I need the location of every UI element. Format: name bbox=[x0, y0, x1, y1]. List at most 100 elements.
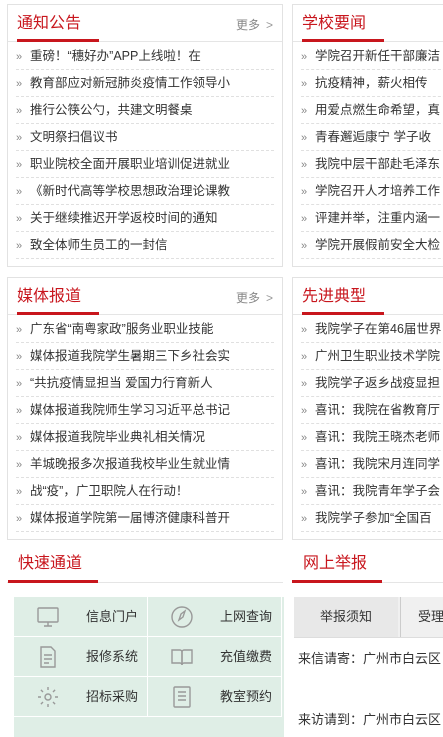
quick-item-classroom[interactable]: 教室预约 bbox=[148, 677, 282, 717]
list-item[interactable]: » 评建并举，注重内涵一 bbox=[301, 205, 443, 232]
quick-label: 报修系统 bbox=[86, 649, 139, 664]
quick-item-online-query[interactable]: 上网查询 bbox=[148, 597, 282, 637]
news-link[interactable]: 喜讯：我院宋月连同学 bbox=[315, 457, 440, 471]
list-item[interactable]: » 文明祭扫倡议书 bbox=[16, 124, 274, 151]
double-chevron-icon: » bbox=[301, 351, 308, 363]
list-item[interactable]: » 教育部应对新冠肺炎疫情工作领导小 bbox=[16, 70, 274, 97]
news-link[interactable]: 我院中层干部赴毛泽东 bbox=[315, 157, 440, 171]
list-item[interactable]: » 我院学子在第46届世界 bbox=[301, 316, 443, 343]
title-underline bbox=[302, 39, 384, 42]
list-item[interactable]: » 媒体报道我院毕业典礼相关情况 bbox=[16, 424, 274, 451]
list-item[interactable]: » 广州卫生职业技术学院 bbox=[301, 343, 443, 370]
double-chevron-icon: » bbox=[301, 459, 308, 471]
notices-header: 通知公告 更多 > bbox=[8, 5, 282, 43]
list-item[interactable]: » 关于继续推迟开学返校时间的通知 bbox=[16, 205, 274, 232]
news-link[interactable]: 广州卫生职业技术学院 bbox=[315, 349, 440, 363]
list-item[interactable]: » 媒体报道学院第一届博济健康科普开 bbox=[16, 505, 274, 532]
list-item[interactable]: » 重磅！“穗好办”APP上线啦！在 bbox=[16, 43, 274, 70]
form-icon bbox=[173, 686, 191, 708]
quick-item-repair[interactable]: 报修系统 bbox=[14, 637, 148, 677]
list-item[interactable]: » 学院召开人才培养工作 bbox=[301, 178, 443, 205]
list-item[interactable]: » 抗疫精神，薪火相传 bbox=[301, 70, 443, 97]
school-news-header: 学校要闻 bbox=[293, 5, 443, 43]
title-underline bbox=[17, 39, 99, 42]
list-item[interactable]: » 喜讯：我院王晓杰老师 bbox=[301, 424, 443, 451]
news-link[interactable]: 职业院校全面开展职业培训促进就业 bbox=[30, 157, 230, 171]
more-label: 更多 bbox=[235, 291, 260, 305]
school-news-panel: 学校要闻 » 学院召开新任干部廉洁 » 抗疫精神，薪火相传 » 用爱点燃生命希望，真 … bbox=[292, 4, 443, 267]
news-link[interactable]: 我院学子在第46届世界 bbox=[315, 322, 441, 336]
news-link[interactable]: 广东省“南粤家政”服务业职业技能 bbox=[30, 322, 213, 336]
news-link[interactable]: 羊城晚报多次报道我校毕业生就业情 bbox=[30, 457, 230, 471]
news-link[interactable]: 喜讯：我院青年学子会 bbox=[315, 484, 440, 498]
news-link[interactable]: 我院学子参加“全国百 bbox=[315, 511, 432, 525]
double-chevron-icon: » bbox=[16, 486, 23, 498]
list-item[interactable]: » 青春邂逅康宁 学子收 bbox=[301, 124, 443, 151]
tab-report-notice[interactable]: 举报须知 bbox=[294, 597, 398, 637]
news-link[interactable]: 致全体师生员工的一封信 bbox=[30, 238, 168, 252]
list-item[interactable]: » 喜讯：我院在省教育厅 bbox=[301, 397, 443, 424]
news-link[interactable]: 学院召开人才培养工作 bbox=[315, 184, 440, 198]
notices-more-link[interactable]: 更多 > bbox=[236, 18, 273, 32]
list-item[interactable]: » 职业院校全面开展职业培训促进就业 bbox=[16, 151, 274, 178]
quick-item-portal[interactable]: 信息门户 bbox=[14, 597, 148, 637]
school-news-list: » 学院召开新任干部廉洁 » 抗疫精神，薪火相传 » 用爱点燃生命希望，真 » 青春邂逅… bbox=[301, 43, 443, 259]
news-link[interactable]: 评建并举，注重内涵一 bbox=[315, 211, 440, 225]
quick-title-underline bbox=[8, 580, 98, 583]
list-item[interactable]: » 媒体报道我院师生学习习近平总书记 bbox=[16, 397, 274, 424]
quick-item-recharge[interactable]: 充值缴费 bbox=[148, 637, 282, 677]
news-link[interactable]: 喜讯：我院在省教育厅 bbox=[315, 403, 440, 417]
list-item[interactable]: » 喜讯：我院宋月连同学 bbox=[301, 451, 443, 478]
list-item[interactable]: » 《新时代高等学校思想政治理论课教 bbox=[16, 178, 274, 205]
list-item[interactable]: » 喜讯：我院青年学子会 bbox=[301, 478, 443, 505]
list-item[interactable]: » 推行公筷公勺，共建文明餐桌 bbox=[16, 97, 274, 124]
news-link[interactable]: 喜讯：我院王晓杰老师 bbox=[315, 430, 440, 444]
list-item[interactable]: » 我院中层干部赴毛泽东 bbox=[301, 151, 443, 178]
news-link[interactable]: 媒体报道学院第一届博济健康科普开 bbox=[30, 511, 230, 525]
list-item[interactable]: » 致全体师生员工的一封信 bbox=[16, 232, 274, 259]
news-link[interactable]: 重磅！“穗好办”APP上线啦！在 bbox=[30, 49, 201, 63]
double-chevron-icon: » bbox=[301, 213, 308, 225]
media-list: » 广东省“南粤家政”服务业职业技能 » 媒体报道我院学生暑期三下乡社会实 » “共抗… bbox=[16, 316, 274, 532]
quick-item-procurement[interactable]: 招标采购 bbox=[14, 677, 148, 717]
news-link[interactable]: 教育部应对新冠肺炎疫情工作领导小 bbox=[30, 76, 230, 90]
double-chevron-icon: » bbox=[301, 240, 308, 252]
tab-report-accept[interactable]: 受理 bbox=[400, 597, 443, 637]
news-link[interactable]: 学院召开新任干部廉洁 bbox=[315, 49, 440, 63]
double-chevron-icon: » bbox=[301, 513, 308, 525]
double-chevron-icon: » bbox=[16, 513, 23, 525]
list-item[interactable]: » 我院学子参加“全国百 bbox=[301, 505, 443, 532]
news-link[interactable]: 学院开展假前安全大检 bbox=[315, 238, 440, 252]
double-chevron-icon: » bbox=[301, 378, 308, 390]
media-more-link[interactable]: 更多 > bbox=[236, 291, 273, 305]
list-item[interactable]: » “共抗疫情显担当 爱国力行育新人 bbox=[16, 370, 274, 397]
list-item[interactable]: » 广东省“南粤家政”服务业职业技能 bbox=[16, 316, 274, 343]
report-tabs: 举报须知 受理 bbox=[294, 597, 443, 638]
news-link[interactable]: 媒体报道我院毕业典礼相关情况 bbox=[30, 430, 205, 444]
quick-title: 快速通道 bbox=[18, 555, 83, 572]
double-chevron-icon: » bbox=[16, 324, 23, 336]
news-link[interactable]: 媒体报道我院学生暑期三下乡社会实 bbox=[30, 349, 230, 363]
news-link[interactable]: 青春邂逅康宁 学子收 bbox=[315, 130, 431, 144]
news-link[interactable]: 文明祭扫倡议书 bbox=[30, 130, 118, 144]
news-link[interactable]: 我院学子返乡战疫显担 bbox=[315, 376, 440, 390]
news-link[interactable]: 关于继续推迟开学返校时间的通知 bbox=[30, 211, 218, 225]
news-link[interactable]: 推行公筷公勺，共建文明餐桌 bbox=[30, 103, 193, 117]
list-item[interactable]: » 学院召开新任干部廉洁 bbox=[301, 43, 443, 70]
book-icon bbox=[171, 649, 193, 666]
list-item[interactable]: » 媒体报道我院学生暑期三下乡社会实 bbox=[16, 343, 274, 370]
list-item[interactable]: » 学院开展假前安全大检 bbox=[301, 232, 443, 259]
list-item[interactable]: » 用爱点燃生命希望，真 bbox=[301, 97, 443, 124]
news-link[interactable]: “共抗疫情显担当 爱国力行育新人 bbox=[30, 376, 213, 390]
chevron-right-icon: > bbox=[265, 18, 273, 32]
list-item[interactable]: » 战“疫”，广卫职院人在行动！ bbox=[16, 478, 274, 505]
list-item[interactable]: » 羊城晚报多次报道我校毕业生就业情 bbox=[16, 451, 274, 478]
quick-label: 教室预约 bbox=[220, 689, 273, 704]
media-panel: 媒体报道 更多 > » 广东省“南粤家政”服务业职业技能 » 媒体报道我院学生暑期三下… bbox=[7, 277, 283, 540]
news-link[interactable]: 抗疫精神，薪火相传 bbox=[315, 76, 428, 90]
news-link[interactable]: 用爱点燃生命希望，真 bbox=[315, 103, 440, 117]
news-link[interactable]: 媒体报道我院师生学习习近平总书记 bbox=[30, 403, 230, 417]
news-link[interactable]: 《新时代高等学校思想政治理论课教 bbox=[30, 184, 230, 198]
list-item[interactable]: » 我院学子返乡战疫显担 bbox=[301, 370, 443, 397]
news-link[interactable]: 战“疫”，广卫职院人在行动！ bbox=[30, 484, 188, 498]
